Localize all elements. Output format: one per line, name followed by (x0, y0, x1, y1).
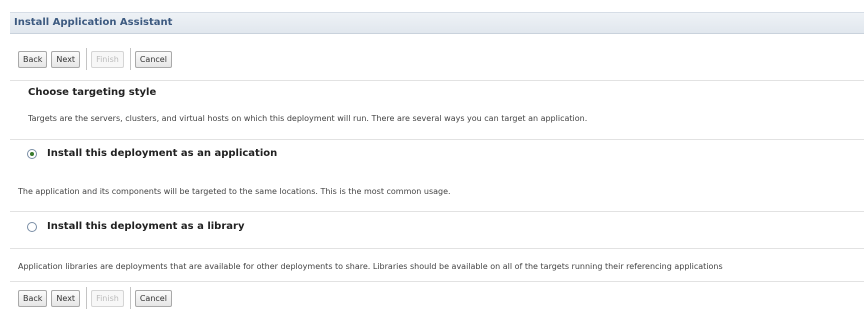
toolbar-divider (129, 48, 131, 70)
divider (10, 139, 864, 140)
top-toolbar: Back Next Finish Cancel (18, 48, 176, 70)
cancel-button[interactable]: Cancel (134, 50, 172, 68)
section-title: Choose targeting style (28, 87, 157, 98)
divider (10, 80, 864, 81)
back-button[interactable]: Back (18, 50, 48, 68)
option-library-row[interactable]: Install this deployment as a library (27, 221, 244, 232)
toolbar-divider (86, 48, 88, 70)
divider (10, 211, 864, 212)
finish-button[interactable]: Finish (91, 50, 124, 68)
finish-button[interactable]: Finish (91, 289, 124, 307)
next-button[interactable]: Next (51, 50, 81, 68)
radio-button-library[interactable] (27, 221, 37, 232)
panel-title: Install Application Assistant (14, 17, 173, 28)
back-button[interactable]: Back (18, 289, 48, 307)
radio-button-application[interactable] (27, 148, 37, 159)
panel-header: Install Application Assistant (10, 12, 864, 34)
toolbar-divider (129, 287, 131, 309)
option-application-description: The application and its components will … (18, 187, 451, 196)
intro-text: Targets are the servers, clusters, and v… (28, 114, 588, 123)
divider (10, 281, 864, 282)
divider (10, 248, 864, 249)
toolbar-divider (86, 287, 88, 309)
option-library-description: Application libraries are deployments th… (18, 262, 723, 271)
cancel-button[interactable]: Cancel (134, 289, 172, 307)
next-button[interactable]: Next (51, 289, 81, 307)
option-application-label[interactable]: Install this deployment as an applicatio… (47, 148, 277, 159)
bottom-toolbar: Back Next Finish Cancel (18, 287, 176, 309)
option-application-row[interactable]: Install this deployment as an applicatio… (27, 148, 277, 159)
install-application-assistant-panel: Install Application Assistant Back Next … (0, 0, 864, 328)
option-library-label[interactable]: Install this deployment as a library (47, 221, 244, 232)
